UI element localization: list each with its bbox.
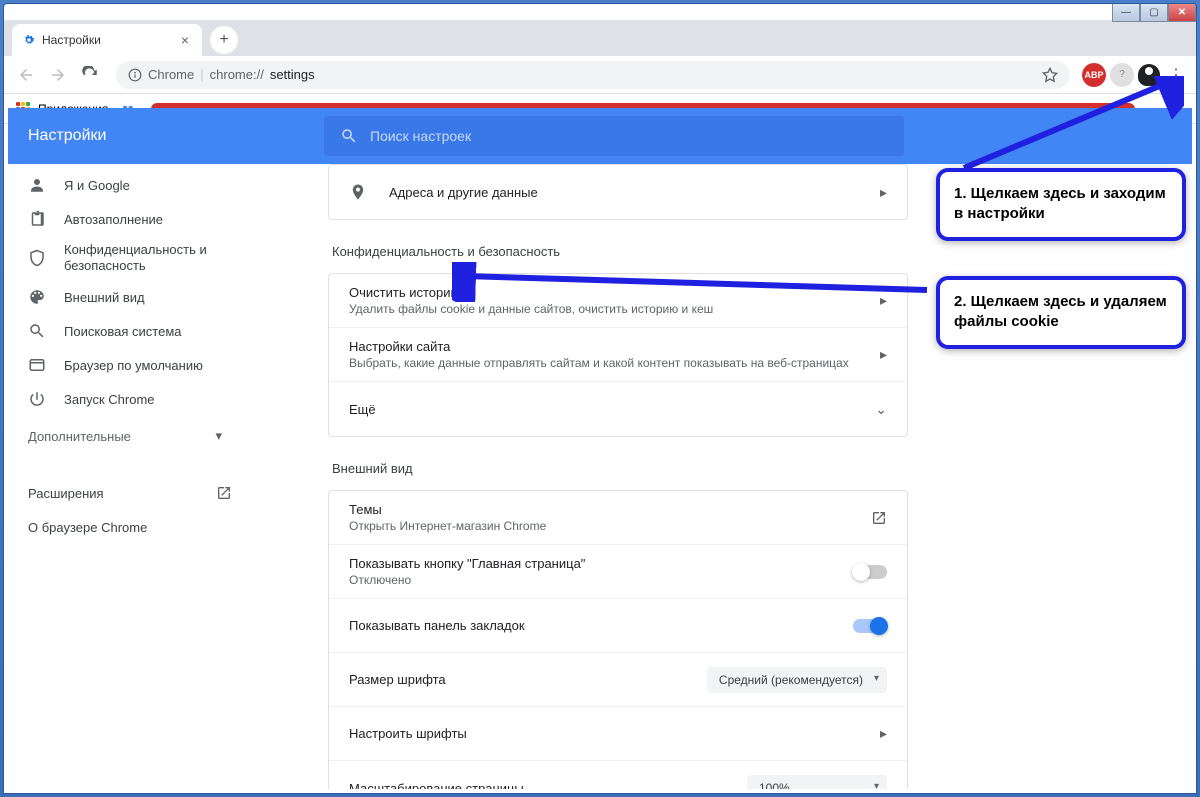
abp-extension-icon[interactable]: ABP [1082,63,1106,87]
sidebar-item-default-browser[interactable]: Браузер по умолчанию [8,348,262,382]
row-title: Настройки сайта [349,339,880,354]
sidebar-item-about[interactable]: О браузере Chrome [8,510,262,544]
more-row[interactable]: Ещё ⌄ [329,382,907,436]
person-icon [28,176,46,194]
browser-tab[interactable]: Настройки × [12,24,202,56]
row-title: Настроить шрифты [349,726,880,741]
chevron-right-icon: ▸ [880,184,887,201]
row-subtitle: Выбрать, какие данные отправлять сайтам … [349,356,880,370]
tab-close-icon[interactable]: × [178,32,192,48]
settings-page-title: Настройки [8,127,324,145]
row-title: Размер шрифта [349,672,707,687]
external-link-icon [216,485,232,501]
sidebar-label: Запуск Chrome [64,392,155,407]
home-button-row[interactable]: Показывать кнопку "Главная страница" Отк… [329,545,907,599]
chevron-right-icon: ▸ [880,292,887,309]
row-title: Показывать кнопку "Главная страница" [349,556,853,571]
omnibox-url-prefix: chrome:// [210,67,264,82]
location-icon [349,183,369,201]
sidebar-item-search-engine[interactable]: Поисковая система [8,314,262,348]
callout-1: 1. Щелкаем здесь и заходим в настройки [936,168,1186,241]
address-bar[interactable]: Chrome | chrome://settings [116,61,1070,89]
new-tab-button[interactable]: + [210,26,238,54]
callout-2: 2. Щелкаем здесь и удаляем файлы cookie [936,276,1186,349]
row-subtitle: Открыть Интернет-магазин Chrome [349,519,871,533]
reload-button[interactable] [76,61,104,89]
customize-fonts-row[interactable]: Настроить шрифты ▸ [329,707,907,761]
omnibox-label: Chrome [148,67,194,82]
bookmarks-bar-row[interactable]: Показывать панель закладок [329,599,907,653]
row-subtitle: Отключено [349,573,853,587]
page-zoom-row: Масштабирование страницы 100% [329,761,907,789]
settings-search-input[interactable] [370,128,888,144]
sidebar-item-you-and-google[interactable]: Я и Google [8,168,262,202]
font-size-dropdown[interactable]: Средний (рекомендуется) [707,667,887,693]
settings-search[interactable] [324,116,904,156]
maximize-button[interactable]: ▢ [1140,4,1168,22]
browser-toolbar: Chrome | chrome://settings ABP ? ⋮ [4,56,1196,94]
chevron-right-icon: ▸ [880,725,887,742]
chevron-right-icon: ▸ [880,346,887,363]
row-title: Масштабирование страницы [349,781,747,790]
sidebar-label: Внешний вид [64,290,145,305]
site-info-icon[interactable] [128,68,142,82]
settings-main: Адреса и другие данные ▸ Конфиденциально… [262,164,1192,789]
sidebar-label: Конфиденциальность и безопасность [64,242,242,273]
back-button[interactable] [12,61,40,89]
sidebar-label: О браузере Chrome [28,520,147,535]
sidebar-label: Автозаполнение [64,212,163,227]
browser-icon [28,356,46,374]
page-zoom-dropdown[interactable]: 100% [747,775,887,789]
tab-strip: Настройки × + [4,20,1196,56]
external-link-icon [871,510,887,526]
row-title: Адреса и другие данные [389,185,880,200]
sidebar-label: Я и Google [64,178,130,193]
search-icon [340,127,358,145]
sidebar-item-privacy[interactable]: Конфиденциальность и безопасность [8,236,262,280]
row-title: Темы [349,502,871,517]
power-icon [28,390,46,408]
minimize-button[interactable]: — [1112,4,1140,22]
sidebar-label: Браузер по умолчанию [64,358,203,373]
sidebar-item-appearance[interactable]: Внешний вид [8,280,262,314]
clipboard-icon [28,210,46,228]
settings-header: Настройки [8,108,1192,164]
site-settings-row[interactable]: Настройки сайта Выбрать, какие данные от… [329,328,907,382]
sidebar-item-autofill[interactable]: Автозаполнение [8,202,262,236]
row-title: Очистить историю [349,285,880,300]
browser-menu-button[interactable]: ⋮ [1164,61,1188,89]
star-icon[interactable] [1042,67,1058,83]
home-button-toggle[interactable] [853,565,887,579]
gear-icon [22,33,36,47]
sidebar-label: Расширения [28,486,104,501]
row-title: Показывать панель закладок [349,618,853,633]
clear-history-row[interactable]: Очистить историю Удалить файлы cookie и … [329,274,907,328]
chevron-down-icon: ⌄ [875,401,887,418]
close-window-button[interactable]: ✕ [1168,4,1196,22]
shield-icon [28,249,46,267]
bookmarks-bar-toggle[interactable] [853,619,887,633]
sidebar-item-advanced[interactable]: Дополнительные ▾ [8,416,262,456]
profile-button[interactable] [1138,64,1160,86]
row-title: Ещё [349,402,875,417]
section-title-appearance: Внешний вид [332,461,908,476]
addresses-row[interactable]: Адреса и другие данные ▸ [329,165,907,219]
sidebar-item-on-startup[interactable]: Запуск Chrome [8,382,262,416]
tab-title: Настройки [42,33,101,47]
forward-button[interactable] [44,61,72,89]
sidebar-item-extensions[interactable]: Расширения [8,476,262,510]
sidebar-label: Дополнительные [28,429,131,444]
chevron-down-icon: ▾ [215,428,222,444]
settings-sidebar: Я и Google Автозаполнение Конфиденциальн… [8,164,262,789]
omnibox-url-page: settings [270,67,315,82]
sidebar-label: Поисковая система [64,324,182,339]
help-extension-icon[interactable]: ? [1110,63,1134,87]
themes-row[interactable]: Темы Открыть Интернет-магазин Chrome [329,491,907,545]
font-size-row: Размер шрифта Средний (рекомендуется) [329,653,907,707]
palette-icon [28,288,46,306]
section-title-privacy: Конфиденциальность и безопасность [332,244,908,259]
search-icon [28,322,46,340]
row-subtitle: Удалить файлы cookie и данные сайтов, оч… [349,302,880,316]
